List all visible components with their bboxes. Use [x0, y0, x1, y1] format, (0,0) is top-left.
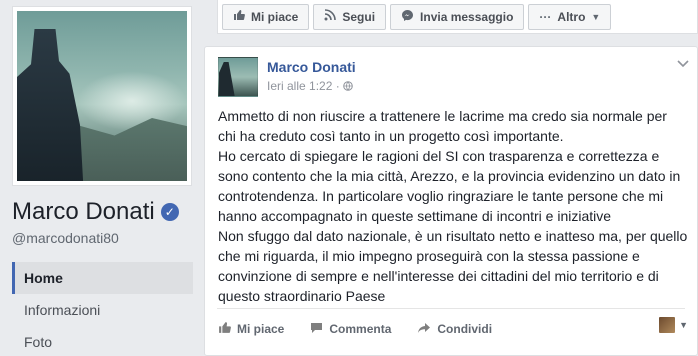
sidebar-item-home[interactable]: Home	[12, 262, 193, 294]
post-share-label: Condividi	[437, 322, 493, 336]
profile-username: @marcodonati80	[12, 230, 119, 246]
follow-button[interactable]: Segui	[313, 3, 387, 30]
post-actions-bar: Mi piace Commenta Condividi ▼	[218, 317, 688, 341]
messenger-icon	[401, 9, 414, 25]
photo-sky	[77, 71, 187, 131]
profile-name-row: Marco Donati ✓	[12, 198, 179, 226]
thumbs-up-icon	[218, 321, 231, 337]
profile-sidebar: Marco Donati ✓ @marcodonati80 Home Infor…	[0, 0, 205, 356]
like-page-button[interactable]: Mi piace	[222, 3, 310, 30]
comment-icon	[310, 321, 323, 337]
post-paragraph: Ammetto di non riuscire a trattenere le …	[218, 108, 667, 144]
ellipsis-icon: ···	[539, 9, 552, 24]
chevron-down-icon: ▼	[679, 320, 688, 330]
profile-photo	[17, 11, 187, 181]
post-comment-button[interactable]: Commenta	[310, 321, 391, 337]
side-nav: Home Informazioni Foto	[12, 262, 193, 356]
post-timestamp[interactable]: Ieri alle 1:22 ·	[267, 79, 353, 93]
post-like-button[interactable]: Mi piace	[218, 321, 284, 337]
post-paragraph: Non sfuggo dal dato nazionale, è un risu…	[218, 228, 688, 304]
share-icon	[417, 322, 431, 337]
post-author-name[interactable]: Marco Donati	[267, 59, 356, 75]
more-label: Altro	[557, 9, 586, 24]
send-message-label: Invia messaggio	[420, 9, 514, 24]
post-divider	[217, 308, 685, 309]
post-share-button[interactable]: Condividi	[417, 322, 492, 337]
post-options-chevron-icon[interactable]	[677, 57, 689, 71]
post-paragraph: Ho cercato di spiegare le ragioni del SI…	[218, 148, 681, 224]
like-page-label: Mi piace	[251, 9, 299, 24]
send-message-button[interactable]: Invia messaggio	[390, 3, 525, 30]
profile-picture[interactable]	[12, 6, 192, 186]
post-card: Marco Donati Ieri alle 1:22 · Ammetto di…	[204, 46, 698, 356]
current-user-avatar	[659, 317, 676, 333]
post-like-label: Mi piace	[237, 322, 285, 336]
globe-icon: ·	[336, 79, 353, 93]
rss-icon	[324, 9, 337, 24]
post-author-avatar[interactable]	[218, 57, 258, 97]
profile-name[interactable]: Marco Donati	[12, 198, 155, 226]
post-body: Ammetto di non riuscire a trattenere le …	[218, 106, 688, 306]
post-as-selector[interactable]: ▼	[659, 317, 688, 333]
avatar-person	[219, 62, 235, 96]
post-comment-label: Commenta	[329, 322, 392, 336]
chevron-down-icon: ▼	[591, 11, 601, 22]
follow-label: Segui	[342, 9, 376, 24]
post-time-text: Ieri alle 1:22	[267, 79, 333, 93]
more-button[interactable]: ··· Altro ▼	[528, 3, 612, 30]
sidebar-item-foto[interactable]: Foto	[12, 326, 193, 356]
thumbs-up-icon	[233, 9, 245, 24]
sidebar-item-informazioni[interactable]: Informazioni	[12, 294, 193, 326]
verified-check-icon: ✓	[160, 203, 179, 221]
page-action-bar: Mi piace Segui Invia messaggio ··· Altro…	[217, 0, 698, 34]
